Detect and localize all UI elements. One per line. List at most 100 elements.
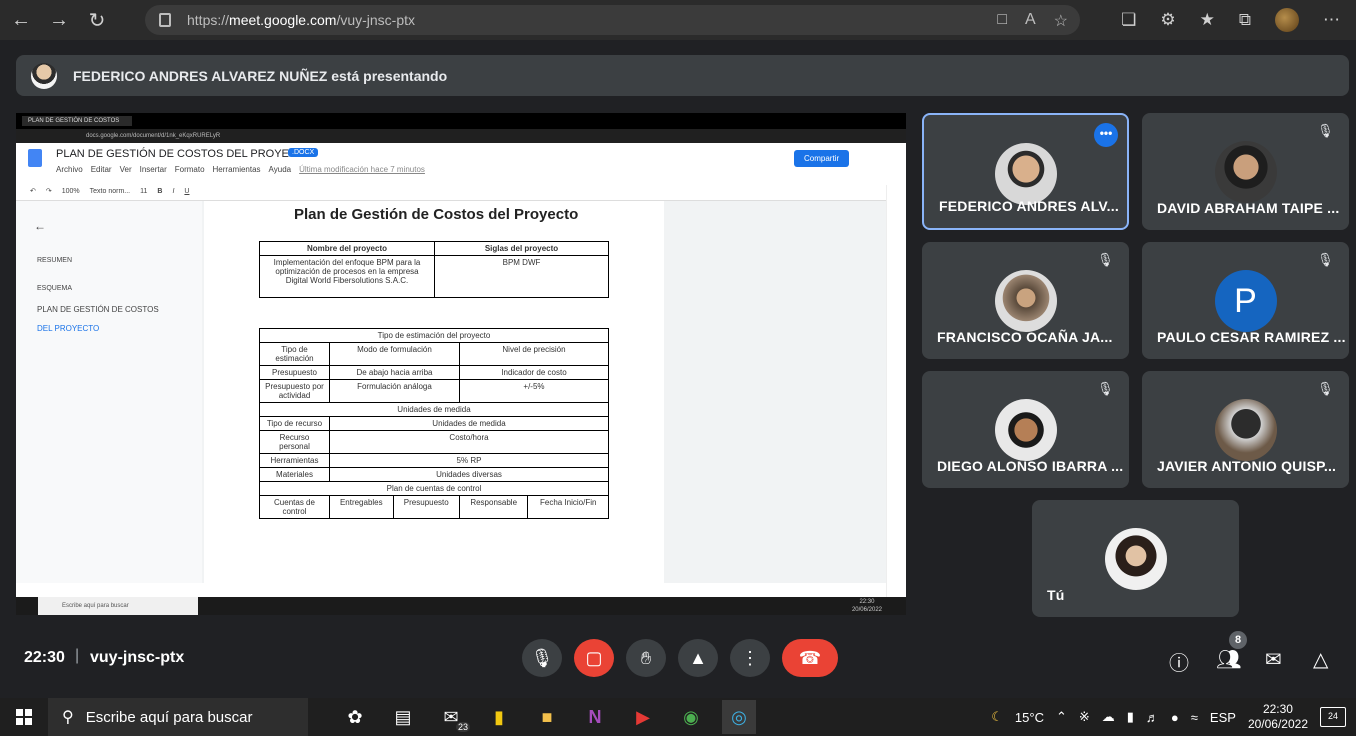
- shared-clock: 22:30 20/06/2022: [852, 598, 882, 614]
- camera-icon[interactable]: □: [997, 11, 1007, 31]
- volume-icon[interactable]: ♬: [1146, 710, 1159, 725]
- t2-ph3: Presupuesto: [392, 495, 460, 519]
- menu-insertar: Insertar: [139, 165, 167, 174]
- favorites-icon[interactable]: ★: [1200, 10, 1215, 30]
- search-icon: ⚲: [62, 709, 74, 726]
- italic-icon: I: [172, 187, 175, 195]
- docs-side-panel: [886, 185, 906, 597]
- file-explorer-icon[interactable]: ■: [530, 700, 564, 734]
- present-button[interactable]: ▲: [678, 639, 718, 677]
- style-select: Texto norm...: [89, 187, 131, 195]
- self-tile[interactable]: Tú: [1032, 500, 1239, 617]
- microphone-button[interactable]: 🎙︎: [522, 639, 562, 677]
- activities-icon[interactable]: △: [1313, 647, 1328, 672]
- bluetooth-icon[interactable]: ※: [1079, 709, 1090, 725]
- tab-actions-icon[interactable]: ❏: [1121, 10, 1136, 30]
- taskbar-clock[interactable]: 22:30 20/06/2022: [1248, 702, 1308, 732]
- more-options-icon[interactable]: •••: [1094, 123, 1118, 147]
- share-button: Compartir: [794, 150, 850, 167]
- mic-off-icon: 🎙︎: [1317, 381, 1334, 396]
- participant-tile[interactable]: 🎙︎ JAVIER ANTONIO QUISP...: [1142, 371, 1349, 488]
- back-icon[interactable]: ←: [4, 3, 38, 37]
- self-name: Tú: [1047, 587, 1065, 603]
- t2-u2b: 5% RP: [329, 453, 609, 468]
- doc-page: Plan de Gestión de Costos del Proyecto N…: [204, 201, 664, 583]
- task-view-icon[interactable]: ▤: [386, 700, 420, 734]
- people-count-badge: 8: [1229, 631, 1247, 649]
- t2-u3b: Unidades diversas: [329, 467, 609, 482]
- more-options-button[interactable]: ⋮: [730, 639, 770, 677]
- t2-u3a: Materiales: [259, 467, 330, 482]
- collections-icon[interactable]: ⧉: [1239, 10, 1251, 30]
- more-icon[interactable]: ⋯: [1323, 10, 1340, 30]
- edge-icon[interactable]: ◎: [722, 700, 756, 734]
- participant-avatar: [994, 399, 1057, 461]
- undo-icon: ↶: [30, 188, 36, 195]
- system-tray: ☾ 15°C ⌃ ※ ☁ ▮ ♬ ● ≈ ESP 22:30 20/06/202…: [991, 698, 1356, 736]
- participant-tile[interactable]: P 🎙︎ PAULO CESAR RAMIREZ ...: [1142, 242, 1349, 359]
- favorite-star-icon[interactable]: ☆: [1054, 11, 1068, 31]
- estimation-table: Tipo de estimación del proyecto Tipo de …: [259, 328, 610, 519]
- people-icon[interactable]: 👥︎: [1216, 647, 1241, 672]
- taskbar-search-text: Escribe aquí para buscar: [85, 708, 253, 726]
- t2-ph4: Responsable: [458, 495, 529, 519]
- participant-name: DIEGO ALONSO IBARRA ...: [937, 458, 1124, 474]
- t1-cell-2: BPM DWF: [434, 255, 609, 298]
- onenote-icon[interactable]: N: [578, 700, 612, 734]
- participant-tile[interactable]: ••• FEDERICO ANDRES ALV...: [922, 113, 1129, 230]
- taskbar-search[interactable]: ⚲ Escribe aquí para buscar: [48, 698, 308, 736]
- participant-avatar: [1214, 141, 1277, 203]
- chevron-up-icon[interactable]: ⌃: [1056, 709, 1067, 725]
- powerbi-icon[interactable]: ▮: [482, 700, 516, 734]
- t2-uh1: Tipo de recurso: [259, 416, 330, 431]
- t1-header-1: Nombre del proyecto: [259, 241, 435, 256]
- raise-hand-button[interactable]: ✋︎: [626, 639, 666, 677]
- meeting-time: 22:30: [24, 649, 65, 666]
- outline-back-icon: ←: [34, 219, 46, 233]
- leave-call-button[interactable]: ☎︎: [782, 639, 838, 677]
- battery-icon[interactable]: ▮: [1127, 709, 1134, 725]
- cloud-icon[interactable]: ☁: [1102, 709, 1115, 725]
- participant-tile[interactable]: 🎙︎ FRANCISCO OCAÑA JA...: [922, 242, 1129, 359]
- notifications-badge[interactable]: 24: [1320, 707, 1346, 727]
- participant-avatar: P: [1214, 270, 1277, 332]
- underline-icon: U: [184, 187, 190, 195]
- chat-icon[interactable]: ✉︎: [1265, 647, 1282, 672]
- read-aloud-icon[interactable]: A: [1025, 11, 1036, 31]
- media-player-icon[interactable]: ▶: [626, 700, 660, 734]
- menu-editar: Editar: [90, 165, 112, 174]
- profile-avatar[interactable]: [1275, 8, 1299, 32]
- mic-tray-icon[interactable]: ●: [1171, 710, 1179, 725]
- mic-off-icon: 🎙︎: [1097, 381, 1114, 396]
- zoom-select: 100%: [61, 187, 80, 195]
- menu-herramientas: Herramientas: [212, 165, 261, 174]
- language[interactable]: ESP: [1210, 710, 1236, 725]
- menu-formato: Formato: [174, 165, 205, 174]
- shared-taskbar: Escribe aquí para buscar 22:30 20/06/202…: [16, 597, 906, 615]
- flowers-icon: ✿: [347, 706, 363, 727]
- mail-badge: 23: [455, 722, 470, 732]
- chrome-icon[interactable]: ◉: [674, 700, 708, 734]
- t2-h3: Nivel de precisión: [458, 342, 610, 366]
- hand-icon: ✋︎: [640, 647, 652, 668]
- address-bar[interactable]: https://meet.google.com/vuy-jnsc-ptx □ A…: [145, 5, 1080, 35]
- info-icon[interactable]: ⓘ: [1169, 647, 1189, 676]
- t2-u1b: Costo/hora: [329, 430, 609, 454]
- start-button[interactable]: [0, 698, 48, 736]
- wifi-icon[interactable]: ≈: [1191, 710, 1198, 725]
- t2-units-title: Unidades de medida: [259, 402, 609, 417]
- mic-off-icon: 🎙︎: [1097, 252, 1114, 267]
- camera-off-button[interactable]: ▢: [574, 639, 614, 677]
- participant-tile[interactable]: 🎙︎ DIEGO ALONSO IBARRA ...: [922, 371, 1129, 488]
- mail-icon[interactable]: ✉︎ 23: [434, 700, 470, 734]
- t2-r1b: De abajo hacia arriba: [329, 365, 460, 380]
- participant-tile[interactable]: 🎙︎ DAVID ABRAHAM TAIPE ...: [1142, 113, 1349, 230]
- forward-icon[interactable]: →: [42, 3, 76, 37]
- lock-icon: [159, 13, 171, 27]
- t2-title: Tipo de estimación del proyecto: [259, 328, 609, 343]
- reload-icon[interactable]: ↻: [80, 3, 114, 37]
- outline-item-1: PLAN DE GESTIÓN DE COSTOS: [37, 305, 159, 314]
- extensions-icon[interactable]: ⚙: [1160, 10, 1175, 30]
- participant-avatar: [1214, 399, 1277, 461]
- docs-body: ← RESUMEN ESQUEMA PLAN DE GESTIÓN DE COS…: [16, 201, 886, 583]
